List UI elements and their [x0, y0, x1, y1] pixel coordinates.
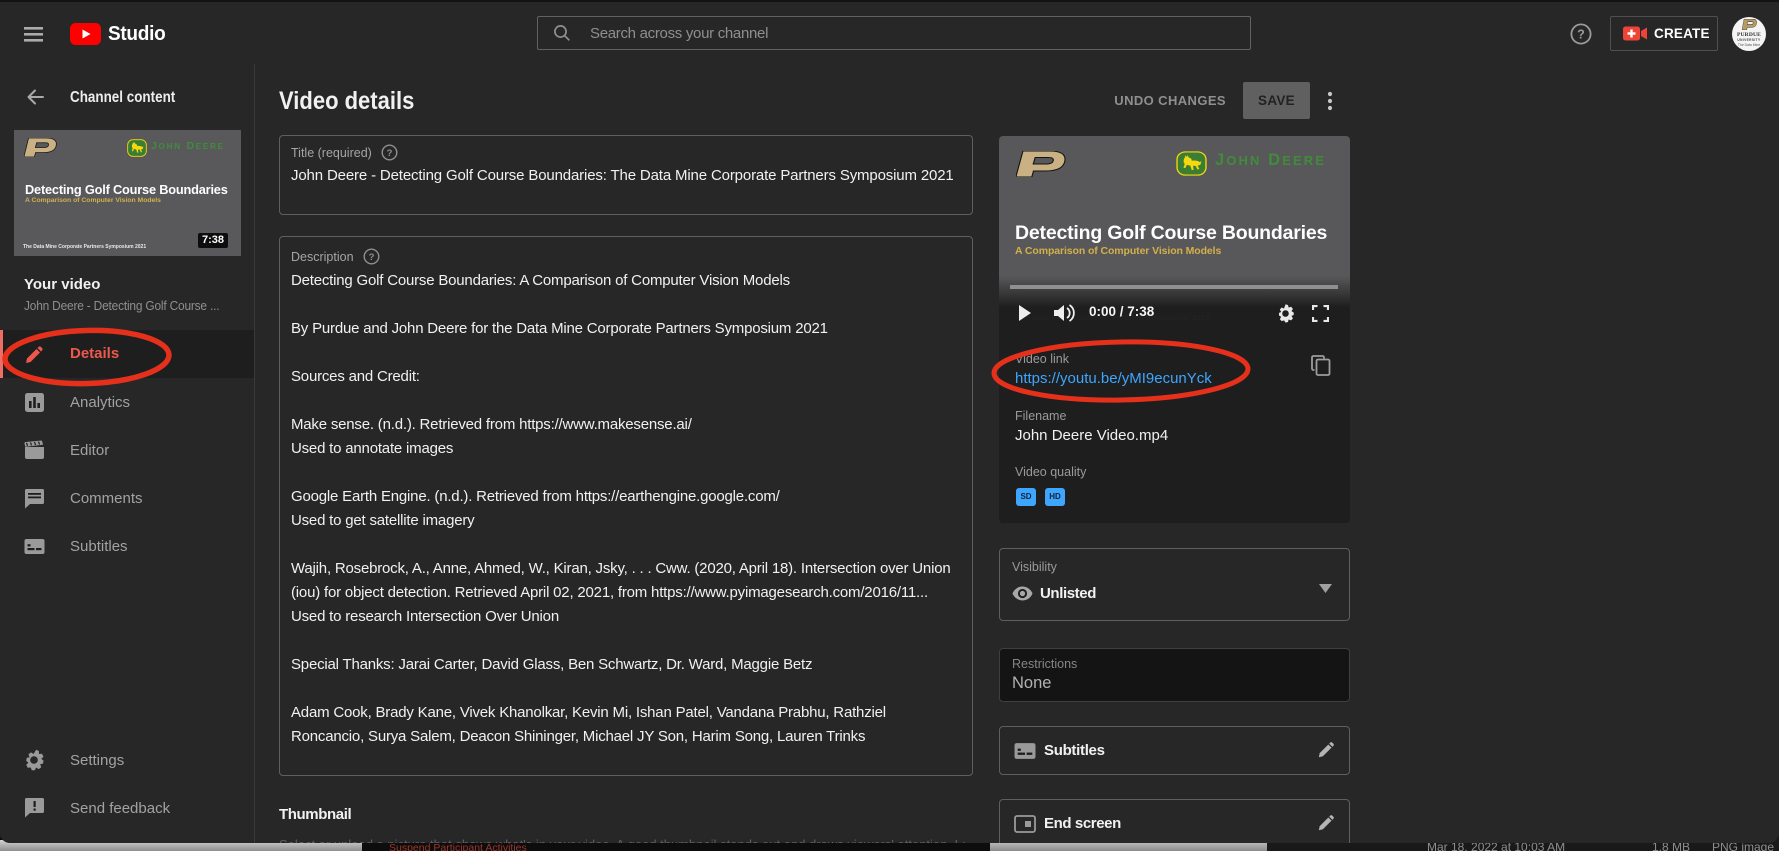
svg-text:?: ?	[1577, 27, 1585, 41]
svg-text:?: ?	[387, 148, 393, 159]
svg-text:?: ?	[369, 252, 375, 263]
